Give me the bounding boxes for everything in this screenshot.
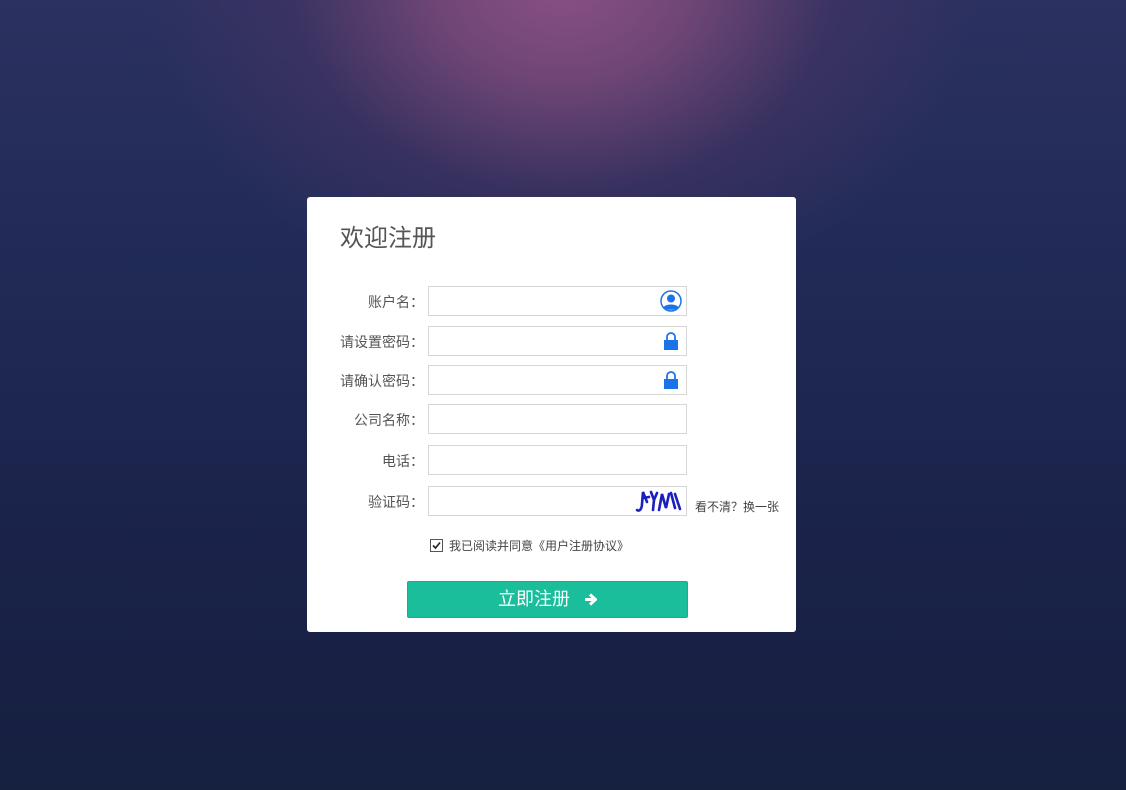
arrow-right-icon xyxy=(584,583,598,618)
captcha-refresh-link[interactable]: 看不清？换一张 xyxy=(695,498,779,515)
username-input[interactable] xyxy=(429,287,661,315)
username-field-box xyxy=(428,286,687,316)
confirm-password-field-box xyxy=(428,365,687,395)
page-title: 欢迎注册 xyxy=(340,224,436,252)
confirm-password-row: 请确认密码： xyxy=(307,365,796,395)
lock-icon xyxy=(660,369,682,391)
captcha-row: 验证码： 看不清？换一张 xyxy=(307,486,796,516)
captcha-input[interactable] xyxy=(429,487,661,515)
password-input[interactable] xyxy=(429,327,661,355)
phone-row: 电话： xyxy=(307,445,796,475)
company-label: 公司名称： xyxy=(354,413,424,429)
agreement: 我已阅读并同意《用户注册协议》 xyxy=(430,537,629,554)
password-row: 请设置密码： xyxy=(307,326,796,356)
confirm-password-label: 请确认密码： xyxy=(340,374,424,390)
company-field-box xyxy=(428,404,687,434)
password-label: 请设置密码： xyxy=(340,335,424,351)
phone-label: 电话： xyxy=(382,454,424,470)
register-button-label: 立即注册 xyxy=(498,589,570,610)
registration-card: 欢迎注册 账户名： 请设置密码： 请确认密码： 公司名称： 电话： 验证码： 看… xyxy=(307,197,796,632)
company-input[interactable] xyxy=(429,405,661,433)
captcha-field-box xyxy=(428,486,687,516)
captcha-image[interactable] xyxy=(635,488,683,514)
phone-field-box xyxy=(428,445,687,475)
phone-input[interactable] xyxy=(429,446,661,474)
captcha-label: 验证码： xyxy=(368,495,424,511)
agreement-text[interactable]: 我已阅读并同意《用户注册协议》 xyxy=(449,539,629,553)
user-icon xyxy=(660,290,682,312)
password-field-box xyxy=(428,326,687,356)
username-label: 账户名： xyxy=(368,295,424,311)
register-button[interactable]: 立即注册 xyxy=(407,581,688,618)
confirm-password-input[interactable] xyxy=(429,366,661,394)
agreement-checkbox[interactable] xyxy=(430,539,443,552)
username-row: 账户名： xyxy=(307,286,796,316)
lock-icon xyxy=(660,330,682,352)
company-row: 公司名称： xyxy=(307,404,796,434)
